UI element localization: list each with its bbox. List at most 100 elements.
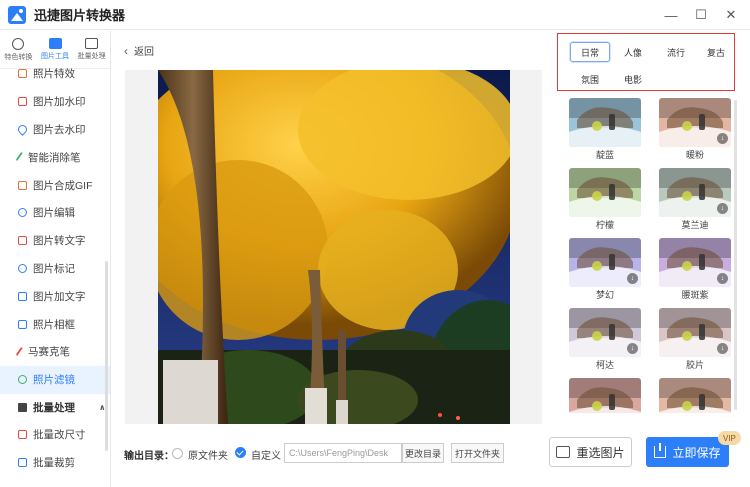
toolbox-icon [48, 38, 62, 49]
sidebar-item-label: 照片滤镜 [33, 374, 75, 387]
radio-custom[interactable] [235, 447, 246, 458]
sidebar-item-label: 图片加水印 [33, 96, 86, 109]
filter-name: 腰斑紫 [681, 290, 709, 300]
sidebar-item-photo-filter[interactable]: 照片滤镜 [0, 365, 110, 394]
sidebar-item-mark[interactable]: 图片标记 [0, 255, 110, 283]
resize-icon [18, 429, 27, 439]
download-icon[interactable]: ↓ [717, 343, 728, 354]
filter-grid: 靛蓝 ↓ 暖粉 柠檬 ↓ 莫兰迪 ↓ 梦幻 ↓ 腰斑紫 ↓ 柯达 ↓ 胶片 [560, 93, 736, 413]
filter-option[interactable]: ↓ 梦幻 [569, 238, 641, 304]
download-icon[interactable]: ↓ [627, 343, 638, 354]
sidebar-item-gif[interactable]: 图片合成GIF [0, 171, 110, 199]
category-retro[interactable]: 复古 [696, 42, 736, 62]
sidebar-item-batch-crop[interactable]: 批量裁剪 [0, 448, 110, 476]
output-path-input[interactable] [284, 443, 402, 463]
sidebar-item-batch-resize[interactable]: 批量改尺寸 [0, 421, 110, 449]
open-folder-button[interactable]: 打开文件夹 [451, 443, 504, 463]
category-movie[interactable]: 电影 [613, 69, 653, 89]
radio-source-folder-label: 原文件夹 [188, 451, 228, 462]
filter-name: 靛蓝 [595, 150, 614, 160]
sidebar-item-frame[interactable]: 照片相框 [0, 310, 110, 338]
category-atmosphere[interactable]: 氛围 [570, 69, 610, 89]
sidebar-item-photo-effects[interactable]: 照片特效 [0, 60, 110, 88]
sidebar-item-add-text[interactable]: 图片加文字 [0, 282, 110, 310]
reselect-image-button[interactable]: 重选图片 [549, 437, 632, 467]
download-icon[interactable]: ↓ [717, 273, 728, 284]
filter-name: 柠檬 [595, 220, 614, 230]
sidebar-item-ocr[interactable]: 图片转文字 [0, 227, 110, 255]
filter-thumbnail [569, 168, 641, 217]
close-button[interactable]: ✕ [716, 0, 746, 30]
sidebar-scrollbar[interactable] [105, 261, 108, 451]
app-logo-icon [8, 5, 26, 24]
sidebar-item-label: 批量改尺寸 [33, 428, 86, 441]
sidebar-item-smart-eraser[interactable]: 智能消除笔 [0, 143, 110, 171]
filter-category-box: 日常 人像 流行 复古 氛围 电影 [557, 33, 735, 91]
sidebar-item-edit[interactable]: 图片编辑 [0, 199, 110, 227]
sidebar-section-batch[interactable]: 批量处理 ∧ [0, 394, 110, 421]
text-icon [18, 236, 27, 246]
sidebar-item-label: 智能消除笔 [28, 151, 81, 164]
sidebar-item-label: 马赛克笔 [28, 346, 70, 359]
download-icon[interactable]: ↓ [717, 203, 728, 214]
radio-source-folder[interactable] [172, 448, 183, 459]
effects-icon [18, 69, 27, 79]
filter-option[interactable] [569, 378, 641, 413]
mosaic-icon [15, 346, 25, 358]
category-popular[interactable]: 流行 [656, 42, 696, 62]
download-icon[interactable]: ↓ [717, 133, 728, 144]
filter-option[interactable]: ↓ 柯达 [569, 308, 641, 374]
save-now-button[interactable]: 立即保存 [646, 437, 729, 467]
filter-thumbnail [569, 378, 641, 413]
edit-icon [18, 208, 27, 218]
filter-thumbnail [659, 378, 731, 413]
output-dir-label: 输出目录： [124, 451, 174, 462]
batch-icon [85, 38, 99, 49]
chevron-left-icon: ‹ [124, 43, 128, 58]
filter-option[interactable]: ↓ 暖粉 [659, 98, 731, 164]
add-text-icon [18, 291, 27, 301]
image-icon [556, 446, 571, 458]
watermark-add-icon [18, 97, 27, 107]
category-daily[interactable]: 日常 [570, 42, 610, 62]
sidebar-item-add-watermark[interactable]: 图片加水印 [0, 88, 110, 116]
category-portrait[interactable]: 人像 [613, 42, 653, 62]
download-icon[interactable]: ↓ [627, 273, 638, 284]
filter-panel-scrollbar[interactable] [734, 100, 737, 410]
sidebar-item-label: 图片加文字 [33, 290, 86, 303]
radio-custom-label: 自定义 [251, 451, 281, 462]
vip-badge: VIP [718, 431, 741, 445]
convert-icon [12, 37, 25, 50]
filter-option[interactable]: ↓ 莫兰迪 [659, 168, 731, 234]
back-label: 返回 [134, 47, 154, 58]
batch-section-icon [18, 402, 27, 412]
minimize-button[interactable]: — [656, 0, 686, 30]
filter-option[interactable]: 靛蓝 [569, 98, 641, 164]
filter-name: 莫兰迪 [681, 220, 709, 230]
crop-icon [18, 457, 27, 467]
sidebar-item-label: 批量裁剪 [33, 456, 75, 469]
filter-name: 胶片 [685, 360, 704, 370]
save-label: 立即保存 [672, 445, 721, 460]
filter-name: 梦幻 [595, 290, 614, 300]
frame-icon [18, 319, 27, 329]
change-dir-button[interactable]: 更改目录 [402, 443, 444, 463]
filter-option[interactable]: 柠檬 [569, 168, 641, 234]
filter-thumbnail: ↓ [569, 308, 641, 357]
reselect-label: 重选图片 [576, 445, 625, 460]
sidebar-item-remove-watermark[interactable]: 图片去水印 [0, 116, 110, 144]
filter-thumbnail: ↓ [569, 238, 641, 287]
sidebar-item-label: 图片合成GIF [33, 179, 93, 192]
filter-thumbnail: ↓ [659, 98, 731, 147]
window-controls: — ☐ ✕ [656, 0, 746, 30]
sidebar-list: 照片特效 图片加水印 图片去水印 智能消除笔 图片合成GIF 图片编辑 图片转文… [0, 60, 110, 476]
maximize-button[interactable]: ☐ [686, 0, 716, 30]
back-link[interactable]: ‹ 返回 [124, 43, 154, 59]
filter-option[interactable]: ↓ 胶片 [659, 308, 731, 374]
filter-option[interactable] [659, 378, 731, 413]
sidebar-item-mosaic[interactable]: 马赛克笔 [0, 338, 110, 366]
filter-option[interactable]: ↓ 腰斑紫 [659, 238, 731, 304]
filter-icon [18, 375, 27, 385]
sidebar-item-label: 图片编辑 [33, 207, 75, 220]
section-label: 批量处理 [33, 401, 75, 414]
